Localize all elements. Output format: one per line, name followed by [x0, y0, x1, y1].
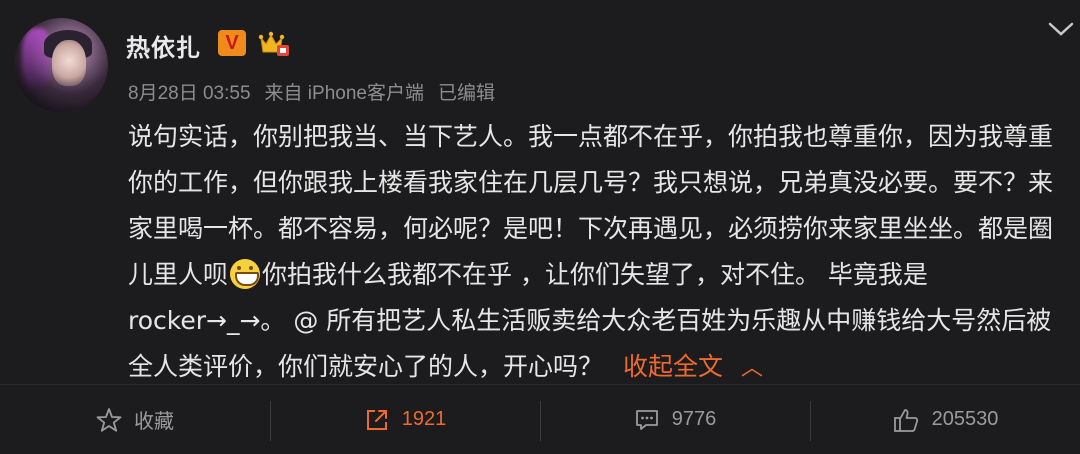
chevron-down-icon[interactable] — [1046, 18, 1076, 40]
like-count: 205530 — [931, 408, 999, 430]
crown-icon — [258, 31, 289, 56]
username[interactable]: 热依扎 — [126, 28, 201, 63]
star-icon — [96, 407, 122, 432]
comment-button[interactable]: 9776 — [540, 385, 810, 454]
post-content: 说句实话，你别把我当、当下艺人。我一点都不在乎，你拍我也尊重你，因为我尊重你的工… — [128, 114, 1058, 392]
weibo-post: 热依扎 V 8月28日 03:55 来自 iPhone客户端 已编辑 说句实话，你别… — [0, 0, 1080, 384]
grin-icon — [230, 259, 261, 289]
repost-count: 1921 — [401, 408, 447, 430]
favorite-button[interactable]: 收藏 — [0, 385, 270, 454]
comment-count: 9776 — [671, 408, 717, 430]
share-arrow-icon — [366, 409, 387, 430]
post-date: 8月28日 03:55 — [128, 83, 251, 104]
post-meta: 8月28日 03:55 来自 iPhone客户端 已编辑 — [128, 78, 509, 105]
favorite-label: 收藏 — [134, 411, 174, 433]
action-bar: 收藏 1921 9776 205530 — [0, 385, 1080, 454]
comment-icon — [635, 409, 658, 430]
thumbs-up-icon — [893, 408, 918, 432]
post-source[interactable]: 来自 iPhone客户端 — [265, 83, 424, 104]
content-text-part2: 你拍我什么我都不在乎 ，让你们失望了，对不住。 毕竟我是rocker→_→。 @… — [128, 260, 1052, 381]
chevron-up-icon[interactable]: ︿ — [741, 356, 763, 381]
avatar[interactable] — [14, 18, 108, 112]
verified-badge: V — [218, 30, 246, 56]
collapse-link[interactable]: 收起全文 — [623, 352, 723, 381]
edited-label[interactable]: 已编辑 — [438, 83, 495, 104]
like-button[interactable]: 205530 — [810, 385, 1080, 454]
repost-button[interactable]: 1921 — [270, 385, 540, 454]
avatar-face — [52, 40, 86, 86]
